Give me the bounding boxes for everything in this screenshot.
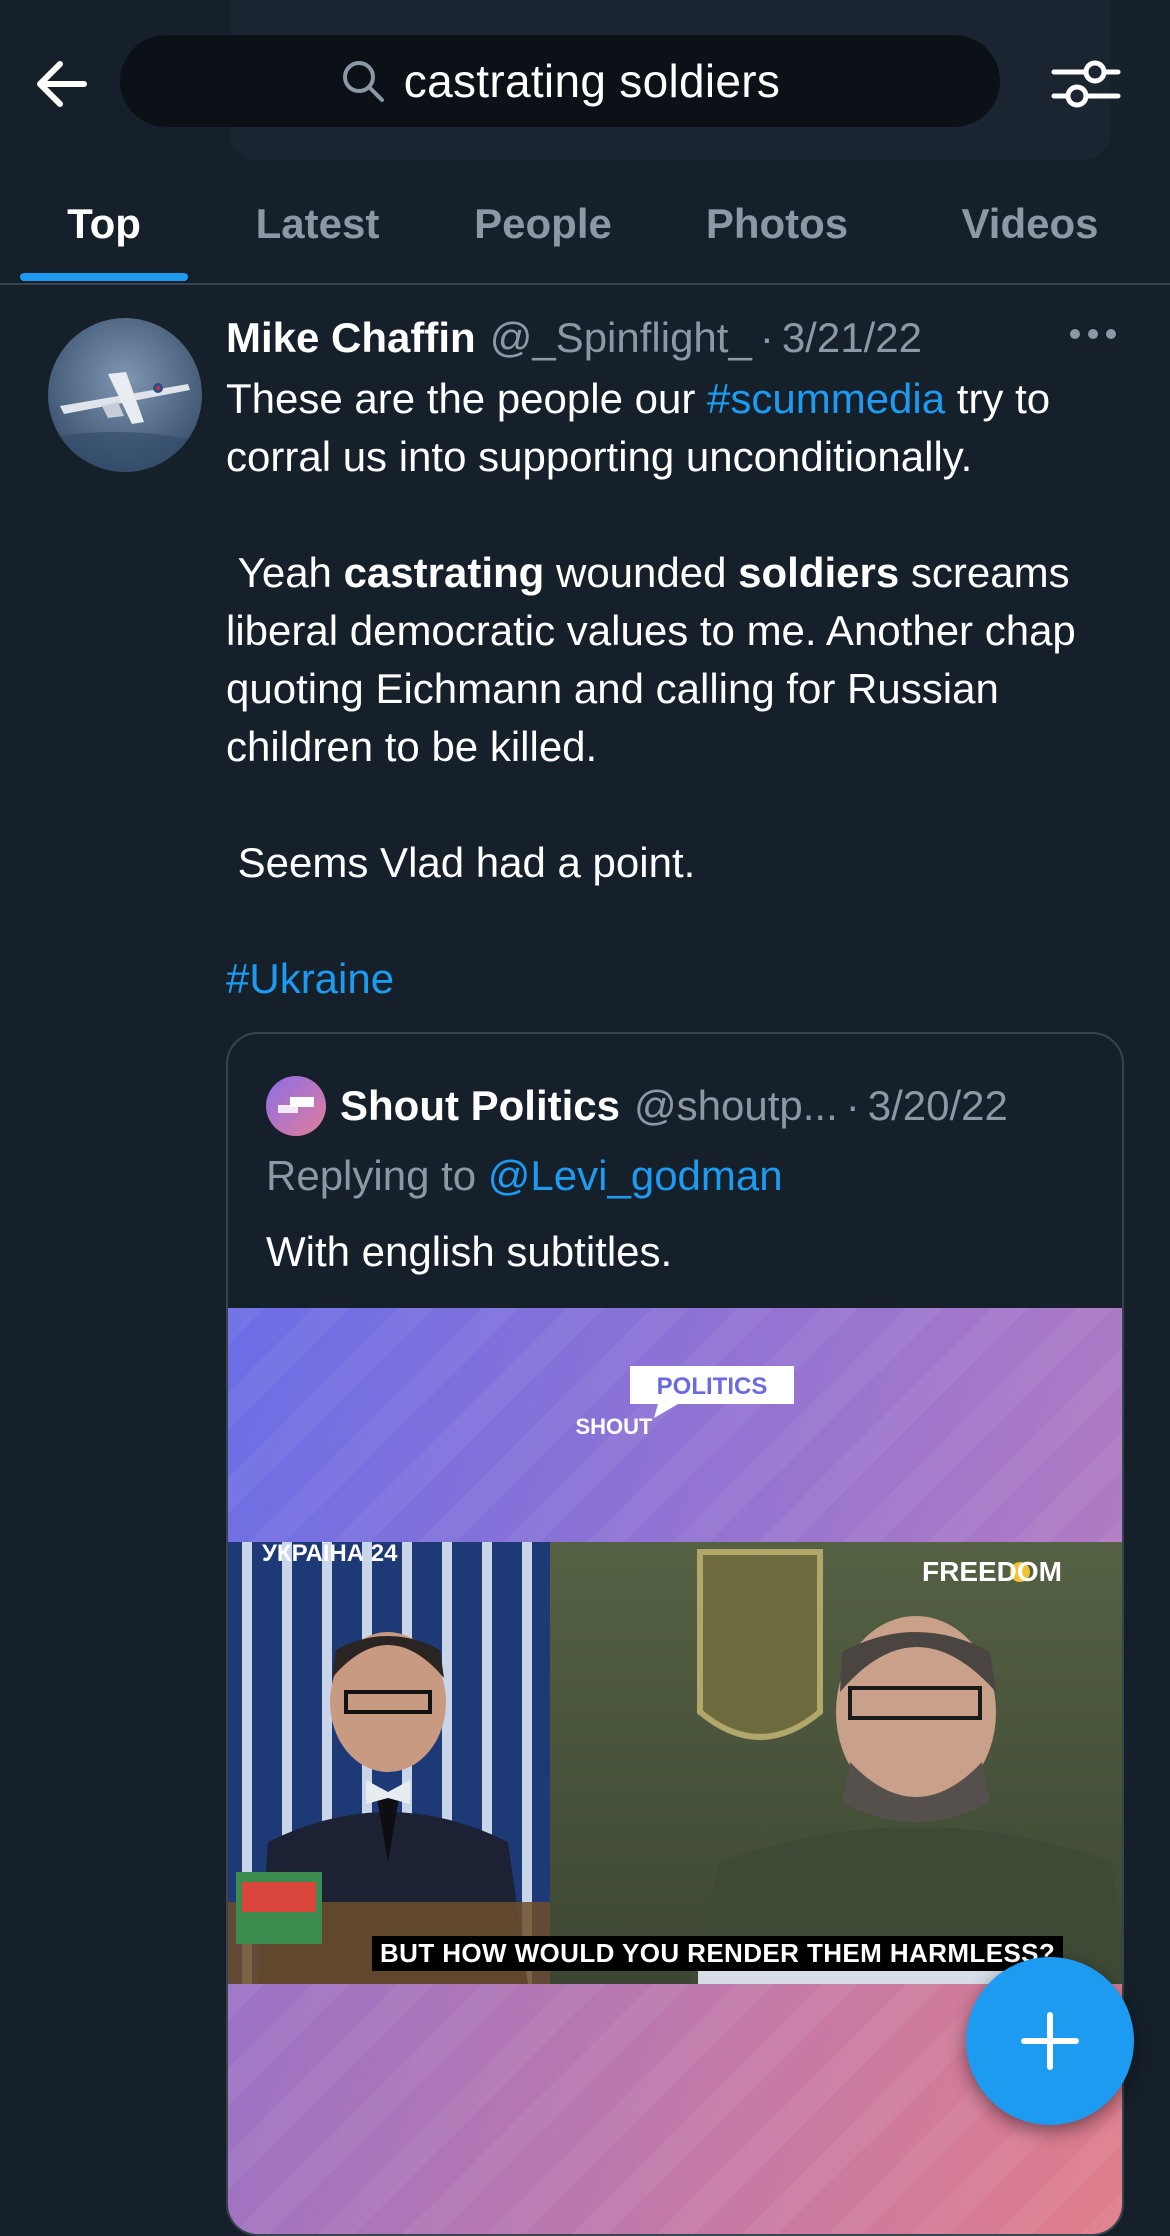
airplane-avatar-image [48, 318, 202, 472]
quoted-avatar[interactable] [266, 1076, 326, 1136]
hashtag-scummedia[interactable]: #scummedia [707, 375, 945, 422]
tab-people[interactable]: People [452, 165, 634, 283]
highlighted-term: castrating [343, 549, 545, 596]
video-subtitle: BUT HOW WOULD YOU RENDER THEM HARMLESS? [372, 1936, 1064, 1971]
quoted-tweet-date[interactable]: 3/20/22 [868, 1082, 1008, 1130]
logo-line1: POLITICS [657, 1373, 768, 1400]
avatar[interactable] [48, 318, 202, 472]
search-filter-button[interactable] [1050, 52, 1122, 116]
hashtag-ukraine[interactable]: #Ukraine [226, 955, 394, 1002]
guest-panel [550, 1542, 1122, 1984]
compose-button[interactable] [966, 1957, 1134, 2125]
tweet-paragraph: Yeah castrating wounded soldiers screams… [226, 544, 1131, 776]
search-input[interactable]: castrating soldiers [120, 35, 1000, 127]
more-options-button[interactable] [1068, 322, 1118, 346]
logo-line2: SHOUT [576, 1414, 654, 1439]
tweet-text-segment: These are the people our [226, 375, 707, 422]
plus-icon [1021, 2012, 1079, 2070]
separator-dot: · [845, 1082, 860, 1129]
tab-top[interactable]: Top [20, 165, 188, 283]
tab-videos[interactable]: Videos [930, 165, 1130, 283]
more-horizontal-icon [1070, 329, 1116, 339]
search-query: castrating soldiers [403, 55, 781, 107]
back-button[interactable] [30, 52, 94, 116]
replying-to: Replying to @Levi_godman [266, 1152, 783, 1200]
tweet-date[interactable]: 3/21/22 [782, 314, 922, 362]
search-icon [342, 61, 384, 102]
shout-politics-logo-icon [278, 1097, 314, 1113]
author-handle[interactable]: @_Spinflight_ [490, 314, 752, 362]
tab-latest[interactable]: Latest [230, 165, 405, 283]
author-name[interactable]: Mike Chaffin [226, 314, 476, 362]
tweet-header: Mike Chaffin @_Spinflight_ · 3/21/22 [226, 308, 1126, 368]
shout-politics-logo: POLITICS SHOUT [576, 1366, 794, 1439]
highlighted-term: soldiers [738, 549, 900, 596]
search-header: castrating soldiers [0, 0, 1170, 165]
search-tabs: Top Latest People Photos Videos [0, 165, 1170, 285]
presenter-figure [228, 1632, 550, 1984]
tweet-paragraph: #Ukraine [226, 950, 1131, 1008]
active-tab-indicator [20, 273, 188, 281]
tweet-text-segment: wounded [544, 549, 739, 596]
quoted-tweet-header: Shout Politics @shoutp... · 3/20/22 [266, 1076, 1008, 1136]
tweet-body: These are the people our #scummedia try … [226, 370, 1131, 1008]
filter-sliders-icon [1051, 60, 1121, 108]
studio-panel [228, 1542, 550, 1984]
separator-dot: · [759, 314, 774, 361]
video-frame: УКРАЇНА 24 FREEDOM BUT HOW WOULD YOU REN… [228, 1542, 1122, 1984]
reply-handle-link[interactable]: @Levi_godman [488, 1152, 783, 1199]
quoted-author-name[interactable]: Shout Politics [340, 1082, 620, 1130]
quoted-tweet-text: With english subtitles. [266, 1228, 673, 1275]
freedom-label: FREEDOM [922, 1556, 1062, 1587]
tab-photos[interactable]: Photos [682, 165, 872, 283]
arrow-left-icon [37, 61, 87, 107]
channel-label: УКРАЇНА 24 [262, 1542, 398, 1567]
replying-prefix: Replying to [266, 1152, 488, 1199]
tweet-paragraph: These are the people our #scummedia try … [226, 370, 1131, 486]
quoted-author-handle[interactable]: @shoutp... [634, 1082, 838, 1130]
media-banner: POLITICS SHOUT [228, 1308, 1122, 1542]
tweet-text-segment: Yeah [226, 549, 344, 596]
tweet-paragraph: Seems Vlad had a point. [226, 839, 696, 886]
guest-figure [690, 1549, 1122, 1984]
